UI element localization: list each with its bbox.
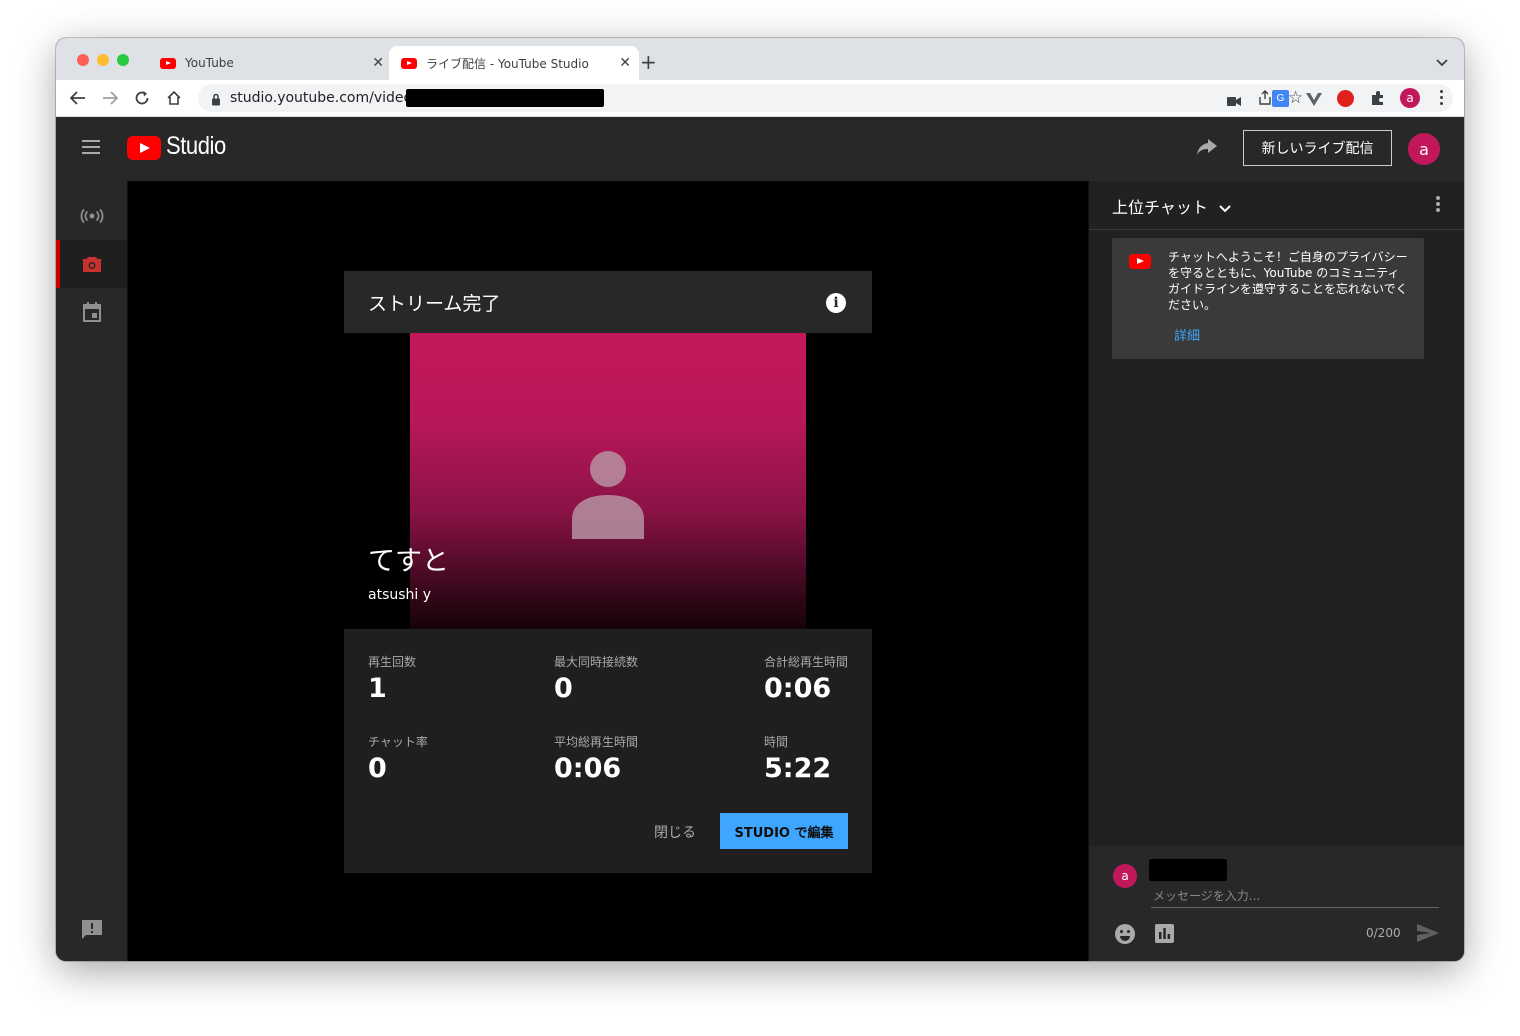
chevron-down-icon [1219,204,1231,212]
redacted-block [406,89,604,107]
browser-window: YouTube ✕ ライブ配信 - YouTube Studio ✕ + stu… [56,38,1464,961]
close-button[interactable]: 閉じる [654,822,696,842]
close-tab-icon[interactable]: ✕ [619,55,631,71]
address-bar[interactable]: studio.youtube.com/video/ ☆ [198,84,1453,112]
stat-label-duration: 時間 [764,735,789,749]
stream-author: atsushi y [368,587,432,603]
stream-complete-card: ストリーム完了 i てすと atsushi y 再生回数 1 最大同時接続数 0… [344,271,872,873]
video-preview-area: ストリーム完了 i てすと atsushi y 再生回数 1 最大同時接続数 0… [128,181,1088,961]
studio-header: Studio 新しいライブ配信 a [56,117,1464,181]
stream-title: てすと [368,546,449,577]
tab-youtube-studio[interactable]: ライブ配信 - YouTube Studio ✕ [389,46,639,80]
chat-user-avatar: a [1113,864,1137,888]
share-icon[interactable] [1196,138,1218,160]
redacted-username [1149,859,1227,881]
chat-mode-label: 上位チャット [1112,198,1208,217]
stat-label-total-watch-time: 合計総再生時間 [764,655,849,669]
share-page-icon[interactable] [1259,90,1271,109]
nav-webcam[interactable] [56,240,127,288]
youtube-favicon-icon [401,57,417,69]
back-icon[interactable] [66,86,90,110]
vue-extension-icon[interactable] [1306,91,1322,110]
chat-input-area: a メッセージを入力... 0/200 [1089,846,1464,961]
stream-thumbnail [410,333,806,629]
poll-icon[interactable] [1155,924,1174,947]
translate-icon[interactable]: G [1272,90,1289,107]
default-avatar-icon [572,451,644,539]
message-input[interactable]: メッセージを入力... [1153,887,1260,904]
broadcast-icon [80,209,103,223]
stat-value-peak-concurrent: 0 [554,673,573,704]
reload-icon[interactable] [130,86,154,110]
stat-value-views: 1 [368,673,387,704]
stat-label-views: 再生回数 [368,655,417,669]
camera-icon [82,256,101,272]
chat-header: 上位チャット [1089,181,1464,230]
nav-manage[interactable] [56,288,127,336]
tab-strip: YouTube ✕ ライブ配信 - YouTube Studio ✕ + [56,38,1464,80]
studio-logo-text[interactable]: Studio [166,132,226,161]
stat-label-avg-watch-time: 平均総再生時間 [554,735,639,749]
info-icon[interactable]: i [826,293,846,313]
browser-profile-avatar[interactable]: a [1400,88,1420,108]
tab-search-icon[interactable] [1436,52,1448,71]
stat-value-chat-rate: 0 [368,753,387,784]
browser-menu-icon[interactable] [1440,90,1444,105]
close-tab-icon[interactable]: ✕ [372,55,384,71]
card-header: ストリーム完了 i [344,271,872,333]
zoom-window-button[interactable] [117,54,129,66]
home-icon[interactable] [162,86,186,110]
extensions-puzzle-icon[interactable] [1370,90,1386,110]
browser-toolbar: studio.youtube.com/video/ ☆ G a [56,80,1464,117]
edit-in-studio-button[interactable]: STUDIO で編集 [720,813,848,849]
youtube-logo-icon[interactable] [127,136,161,160]
card-title: ストリーム完了 [368,293,501,315]
char-counter: 0/200 [1366,926,1401,940]
tab-title: YouTube [185,56,234,70]
account-avatar[interactable]: a [1408,133,1440,165]
new-live-stream-button[interactable]: 新しいライブ配信 [1243,130,1392,166]
feedback-icon[interactable] [81,919,103,944]
youtube-logo-icon [1129,254,1151,269]
tab-youtube[interactable]: YouTube ✕ [154,46,392,80]
stat-label-peak-concurrent: 最大同時接続数 [554,655,639,669]
live-chat-panel: 上位チャット チャットへようこそ！ご自身のプライバシーを守るとともに、YouTu… [1089,181,1464,961]
welcome-text: チャットへようこそ！ご自身のプライバシーを守るとともに、YouTube のコミュ… [1168,250,1408,312]
bookmark-star-icon[interactable]: ☆ [1288,88,1303,108]
left-nav [56,181,127,961]
nav-live-stream[interactable] [56,192,127,240]
youtube-favicon-icon [160,57,176,69]
extension-red-icon[interactable] [1337,90,1354,107]
menu-icon[interactable] [82,140,100,154]
stat-value-total-watch-time: 0:06 [764,673,832,704]
new-tab-icon[interactable]: + [640,50,657,74]
close-window-button[interactable] [77,54,89,66]
stream-stats: 再生回数 1 最大同時接続数 0 合計総再生時間 0:06 チャット率 0 平均… [344,629,872,873]
send-icon[interactable] [1417,924,1439,946]
url-text: studio.youtube.com/video/ [230,90,417,106]
calendar-icon [82,302,101,322]
stat-value-duration: 5:22 [764,753,832,784]
more-options-icon[interactable] [1436,196,1440,214]
tab-title: ライブ配信 - YouTube Studio [426,56,589,71]
minimize-window-button[interactable] [97,54,109,66]
camera-icon[interactable] [1227,92,1241,111]
lock-icon [211,91,221,110]
learn-more-link[interactable]: 詳細 [1174,325,1200,344]
input-underline [1151,907,1439,908]
forward-icon[interactable] [98,86,122,110]
chat-mode-dropdown[interactable]: 上位チャット [1112,194,1231,218]
thumbnail-area: てすと atsushi y [344,333,872,629]
chat-welcome-message: チャットへようこそ！ご自身のプライバシーを守るとともに、YouTube のコミュ… [1112,238,1424,359]
emoji-icon[interactable] [1114,923,1136,949]
stat-value-avg-watch-time: 0:06 [554,753,622,784]
stat-label-chat-rate: チャット率 [368,735,428,749]
